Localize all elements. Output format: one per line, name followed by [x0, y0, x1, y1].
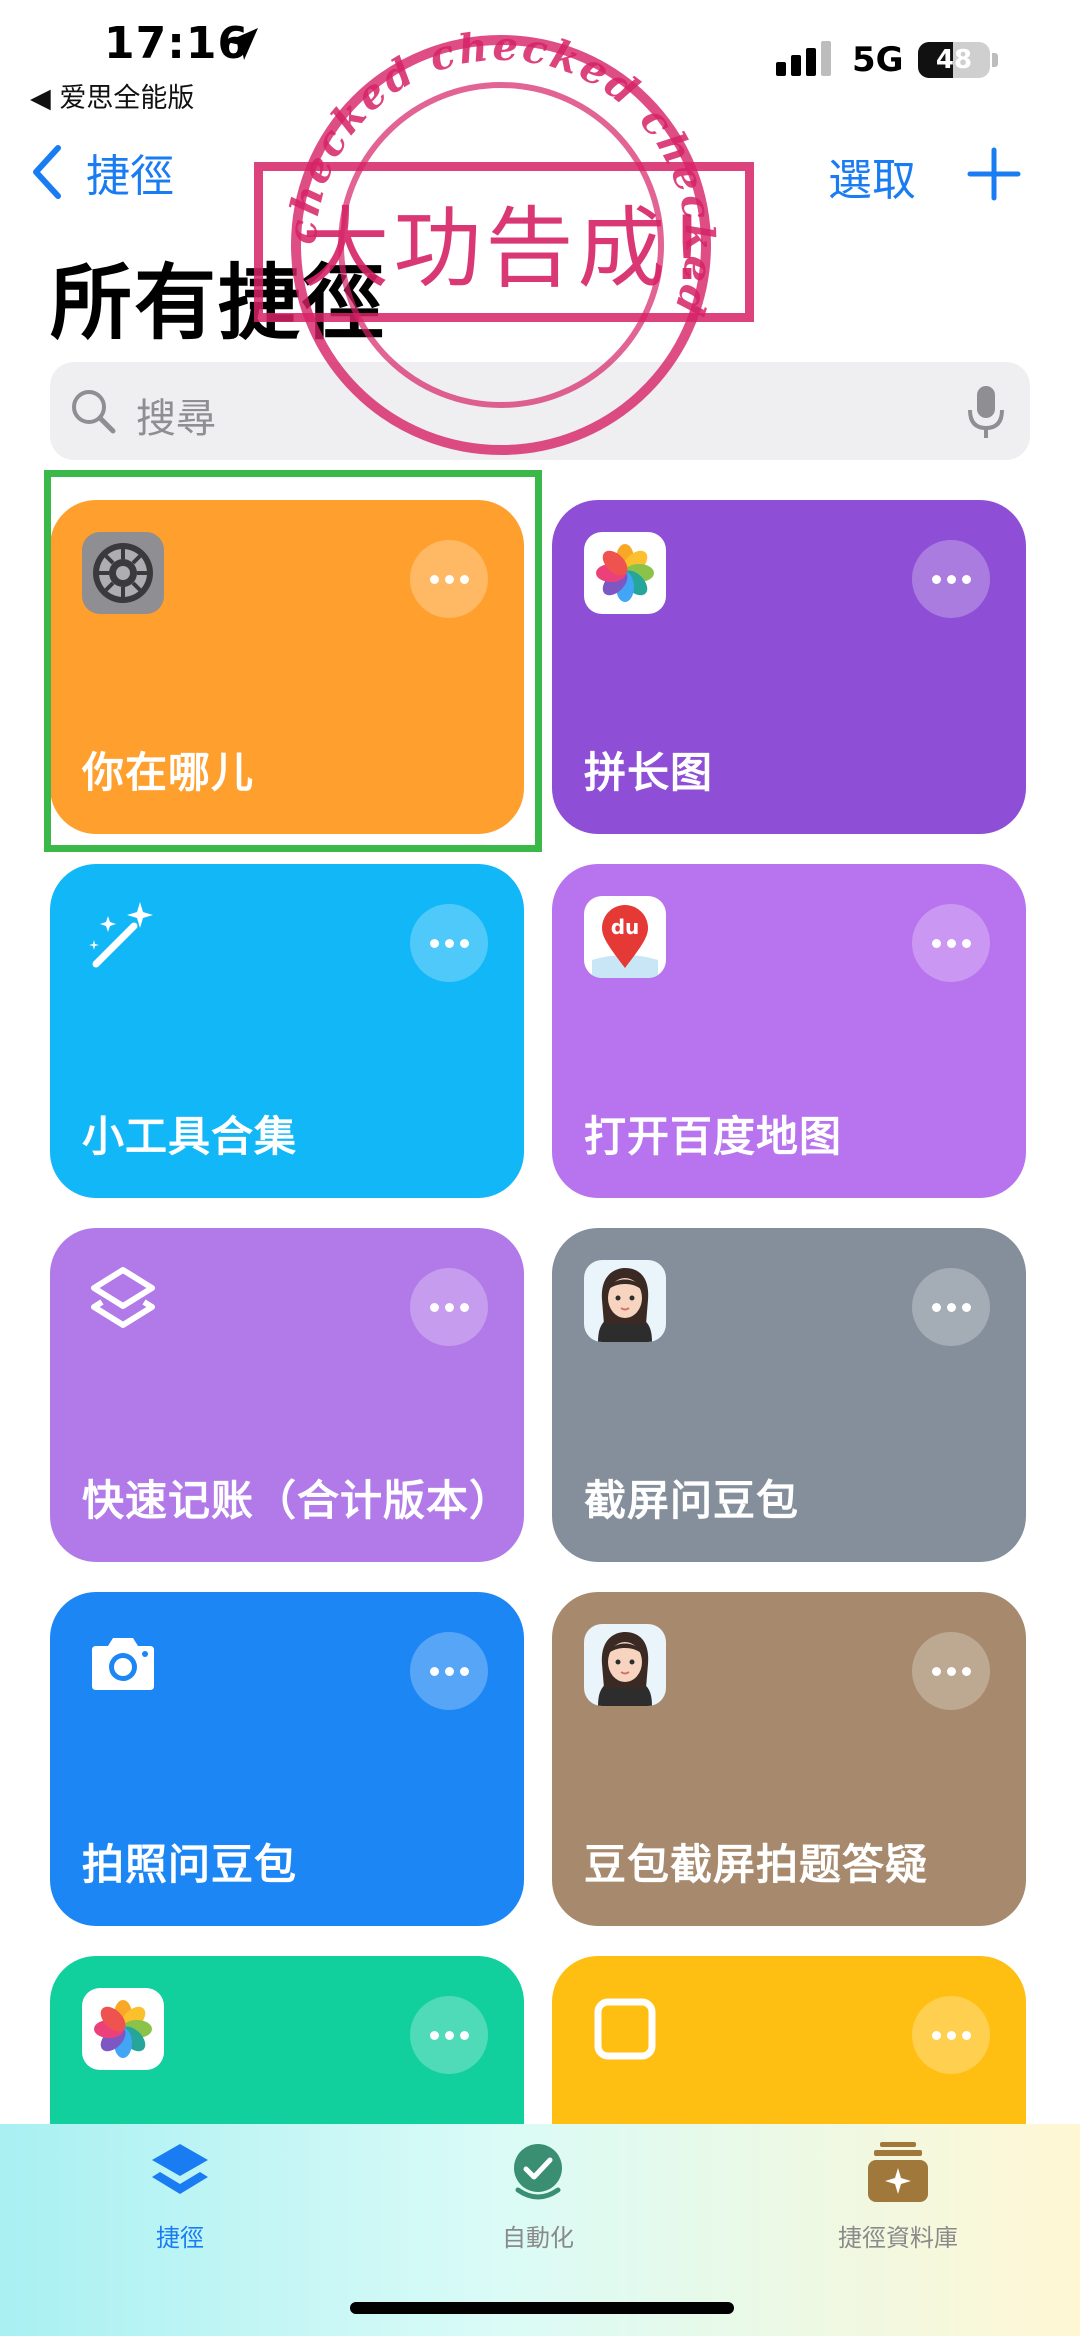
add-shortcut-button[interactable] — [964, 144, 1024, 204]
selection-highlight — [44, 470, 542, 852]
shortcut-label: 豆包截屏拍题答疑 — [584, 1840, 929, 1889]
stamp-main-text: 大功告成! — [301, 197, 709, 300]
more-options-button[interactable] — [912, 1268, 990, 1346]
shortcut-label: 快速记账（合计版本） — [82, 1476, 513, 1525]
more-options-button[interactable] — [410, 1996, 488, 2074]
network-type: 5G — [852, 40, 904, 80]
more-options-button[interactable] — [912, 1632, 990, 1710]
battery-icon: 48 — [918, 42, 1000, 78]
select-button[interactable]: 選取 — [828, 144, 916, 208]
shortcut-label: 拍照问豆包 — [82, 1840, 298, 1889]
tab-gallery[interactable]: 捷徑資料庫 — [768, 2138, 1028, 2253]
tab-shortcuts[interactable]: 捷徑 — [50, 2138, 310, 2253]
shortcut-tile-open-baidu-maps[interactable]: du 打开百度地图 — [552, 864, 1026, 1198]
square-icon — [584, 1988, 666, 2070]
shortcut-label: 截屏问豆包 — [584, 1476, 800, 1525]
tab-label: 捷徑 — [156, 2224, 204, 2252]
doubao-avatar-icon — [584, 1260, 666, 1342]
search-field[interactable]: 搜尋 — [50, 362, 1030, 460]
home-indicator[interactable] — [350, 2302, 734, 2314]
shortcuts-layers-icon — [152, 2144, 208, 2194]
chevron-left-icon — [33, 145, 61, 199]
back-button[interactable]: 捷徑 — [30, 140, 174, 204]
svg-text:du: du — [611, 915, 640, 939]
more-options-button[interactable] — [912, 1996, 990, 2074]
gallery-sparkle-icon — [868, 2142, 928, 2202]
more-options-button[interactable] — [912, 540, 990, 618]
shortcut-label: 打开百度地图 — [584, 1112, 843, 1161]
shortcut-label: 小工具合集 — [82, 1112, 298, 1161]
status-bar: 17:16 ◀ 爱思全能版 5G 48 — [0, 0, 1080, 120]
signal-strength-icon — [776, 41, 831, 76]
photos-icon — [82, 1988, 164, 2070]
shortcut-tile-widget-collection[interactable]: 小工具合集 — [50, 864, 524, 1198]
battery-percentage: 48 — [935, 45, 973, 75]
more-options-button[interactable] — [410, 904, 488, 982]
automation-clock-icon — [514, 2144, 562, 2200]
shortcut-label: 拼长图 — [584, 748, 714, 797]
shortcut-tile-long-screenshot[interactable]: 拼长图 — [552, 500, 1026, 834]
shortcut-tile-doubao-screenshot-questions[interactable]: 豆包截屏拍题答疑 — [552, 1592, 1026, 1926]
microphone-icon[interactable] — [966, 384, 1006, 440]
more-options-button[interactable] — [410, 1632, 488, 1710]
shortcut-tile-screenshot-ask-doubao[interactable]: 截屏问豆包 — [552, 1228, 1026, 1562]
search-icon — [72, 390, 116, 434]
tab-label: 自動化 — [502, 2224, 574, 2252]
photos-icon — [584, 532, 666, 614]
search-placeholder: 搜尋 — [136, 396, 216, 442]
back-button-label: 捷徑 — [86, 151, 174, 202]
baidu-maps-icon: du — [584, 896, 666, 978]
shortcuts-layers-icon — [82, 1260, 164, 1342]
shortcut-tile-quick-bookkeeping[interactable]: 快速记账（合计版本） — [50, 1228, 524, 1562]
doubao-avatar-icon — [584, 1624, 666, 1706]
more-options-button[interactable] — [912, 904, 990, 982]
more-options-button[interactable] — [410, 1268, 488, 1346]
camera-icon — [82, 1624, 164, 1706]
tab-label: 捷徑資料庫 — [838, 2224, 958, 2252]
tab-automation[interactable]: 自動化 — [408, 2138, 668, 2253]
shortcut-tile-photo-ask-doubao[interactable]: 拍照问豆包 — [50, 1592, 524, 1926]
magic-wand-icon — [82, 896, 164, 978]
location-arrow-icon — [226, 28, 258, 60]
back-to-app-link[interactable]: ◀ 爱思全能版 — [30, 76, 194, 115]
